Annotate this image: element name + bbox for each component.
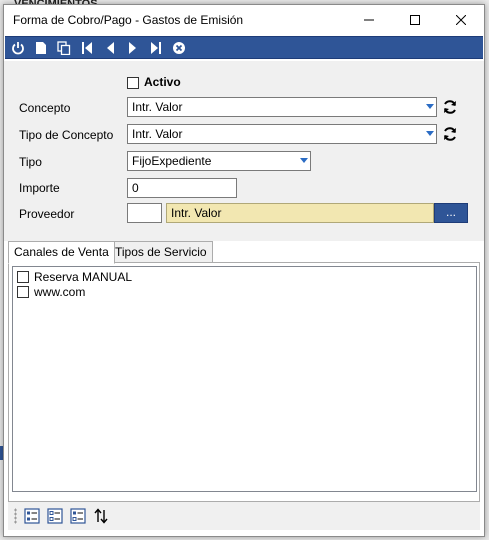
proveedor-label: Proveedor [19, 207, 75, 221]
proveedor-name-field: Intr. Valor [166, 203, 434, 223]
tab-strip: Canales de Venta Tipos de Servicio [8, 241, 480, 264]
refresh-icon[interactable] [442, 126, 458, 142]
new-document-icon [36, 41, 46, 54]
activo-label: Activo [144, 75, 181, 89]
power-button[interactable] [9, 39, 27, 57]
tab-panel: Reserva MANUAL www.com [8, 262, 480, 502]
invert-selection-button[interactable] [70, 508, 86, 524]
tipo-value: FijoExpediente [132, 154, 212, 168]
close-icon [456, 15, 466, 25]
copy-icon [57, 40, 71, 55]
canal-checkbox[interactable] [17, 271, 29, 283]
last-record-button[interactable] [147, 39, 165, 57]
invert-list-icon [70, 508, 86, 524]
check-all-button[interactable] [24, 508, 40, 524]
tab-canales-de-venta[interactable]: Canales de Venta [8, 241, 115, 264]
last-record-icon [151, 41, 161, 54]
importe-input[interactable]: 0 [127, 178, 237, 198]
sort-button[interactable] [93, 508, 109, 524]
first-record-button[interactable] [78, 39, 96, 57]
chevron-down-icon [426, 131, 434, 136]
list-item[interactable]: www.com [17, 285, 85, 299]
power-icon [12, 41, 24, 54]
uncheck-list-icon [47, 508, 63, 524]
copy-button[interactable] [55, 39, 73, 57]
tipo-concepto-combo[interactable]: Intr. Valor [127, 124, 437, 144]
check-list-icon [24, 508, 40, 524]
uncheck-all-button[interactable] [47, 508, 63, 524]
previous-record-button[interactable] [101, 39, 119, 57]
chevron-down-icon [300, 158, 308, 163]
minimize-icon [364, 19, 374, 21]
tipo-combo[interactable]: FijoExpediente [127, 151, 311, 171]
tipo-concepto-value: Intr. Valor [132, 127, 183, 141]
refresh-icon[interactable] [442, 99, 458, 115]
list-item[interactable]: Reserva MANUAL [17, 270, 132, 284]
proveedor-code-input[interactable] [127, 203, 162, 223]
dialog-window: Forma de Cobro/Pago - Gastos de Emisión [3, 4, 485, 537]
canales-listbox[interactable]: Reserva MANUAL www.com [12, 266, 477, 492]
title-bar: Forma de Cobro/Pago - Gastos de Emisión [4, 5, 484, 35]
previous-record-icon [107, 41, 114, 54]
importe-label: Importe [19, 181, 60, 195]
new-button[interactable] [32, 39, 50, 57]
canal-label: Reserva MANUAL [34, 270, 133, 284]
minimize-button[interactable] [346, 5, 392, 35]
concepto-label: Concepto [19, 101, 71, 115]
toolbar-grip[interactable] [14, 508, 17, 524]
canal-label: www.com [34, 285, 86, 299]
tab-tipos-de-servicio[interactable]: Tipos de Servicio [109, 241, 213, 263]
close-button[interactable] [438, 5, 484, 35]
record-toolbar [5, 36, 483, 59]
next-record-button[interactable] [124, 39, 142, 57]
cancel-icon [173, 41, 185, 54]
concepto-combo[interactable]: Intr. Valor [127, 97, 437, 117]
first-record-icon [82, 41, 92, 54]
tipo-label: Tipo [19, 155, 42, 169]
tipo-concepto-label: Tipo de Concepto [19, 128, 114, 142]
concepto-value: Intr. Valor [132, 100, 183, 114]
cancel-button[interactable] [170, 39, 188, 57]
proveedor-search-button[interactable]: ... [434, 203, 468, 223]
activo-checkbox[interactable] [127, 77, 139, 89]
sort-icon [94, 508, 108, 524]
next-record-icon [129, 41, 136, 54]
window-title: Forma de Cobro/Pago - Gastos de Emisión [13, 13, 244, 27]
canal-checkbox[interactable] [17, 286, 29, 298]
bottom-toolbar [8, 502, 480, 530]
maximize-button[interactable] [392, 5, 438, 35]
maximize-icon [410, 15, 420, 25]
form-area: Activo Concepto Intr. Valor Tipo de Conc… [4, 61, 484, 241]
chevron-down-icon [426, 104, 434, 109]
